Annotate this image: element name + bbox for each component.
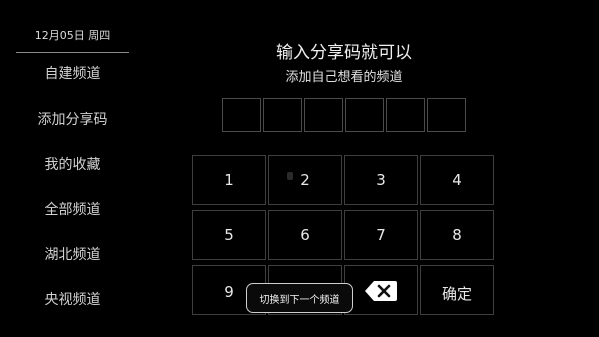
sidebar-item-add-share-code[interactable]: 添加分享码 xyxy=(0,110,145,130)
sidebar-item-all-channels[interactable]: 全部频道 xyxy=(0,200,145,220)
key-4[interactable]: 4 xyxy=(420,155,494,205)
key-5[interactable]: 5 xyxy=(192,210,266,260)
sidebar: 12月05日 周四 自建频道 添加分享码 我的收藏 全部频道 湖北频道 央视频道 xyxy=(0,0,145,337)
date-divider xyxy=(16,52,129,53)
sidebar-item-custom-channels[interactable]: 自建频道 xyxy=(0,64,145,84)
sidebar-item-hubei-channels[interactable]: 湖北频道 xyxy=(0,245,145,265)
key-1[interactable]: 1 xyxy=(192,155,266,205)
code-slot-1[interactable] xyxy=(222,98,261,132)
key-3[interactable]: 3 xyxy=(344,155,418,205)
page-title: 输入分享码就可以 xyxy=(276,43,412,63)
bottom-mask xyxy=(0,316,599,337)
key-7[interactable]: 7 xyxy=(344,210,418,260)
key-8[interactable]: 8 xyxy=(420,210,494,260)
code-slot-5[interactable] xyxy=(386,98,425,132)
sidebar-item-cctv-channels[interactable]: 央视频道 xyxy=(0,290,145,310)
page-subtitle: 添加自己想看的频道 xyxy=(285,70,403,85)
code-slot-3[interactable] xyxy=(304,98,343,132)
key-6[interactable]: 6 xyxy=(268,210,342,260)
code-slot-4[interactable] xyxy=(345,98,384,132)
code-slot-6[interactable] xyxy=(427,98,466,132)
confirm-button[interactable]: 确定 xyxy=(420,265,494,315)
code-slot-2[interactable] xyxy=(263,98,302,132)
backspace-icon xyxy=(365,281,397,301)
sidebar-item-favorites[interactable]: 我的收藏 xyxy=(0,155,145,175)
backspace-button[interactable] xyxy=(344,265,418,315)
date-label: 12月05日 周四 xyxy=(34,29,111,42)
toast-message: 切换到下一个频道 xyxy=(246,283,353,313)
key-2[interactable]: 2 xyxy=(268,155,342,205)
focus-indicator xyxy=(287,172,293,180)
